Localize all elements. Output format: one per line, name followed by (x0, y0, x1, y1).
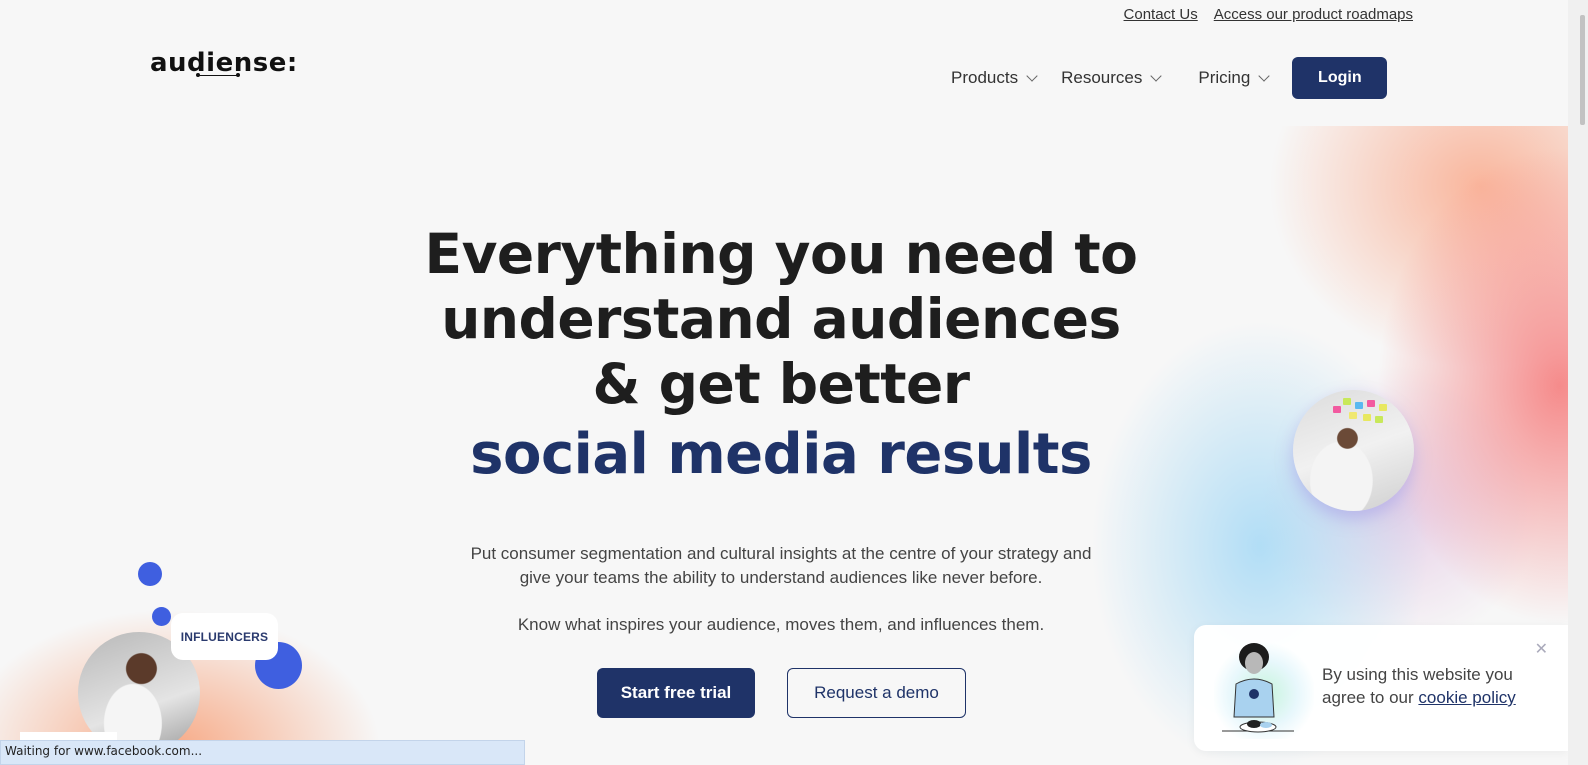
request-demo-button[interactable]: Request a demo (787, 668, 966, 718)
sticky-note-decoration (1343, 398, 1351, 405)
sticky-note-decoration (1333, 406, 1341, 413)
chevron-down-icon (1026, 69, 1038, 82)
contact-us-link[interactable]: Contact Us (1124, 6, 1198, 23)
cookie-message: By using this website you agree to our c… (1322, 663, 1552, 709)
influencers-tag: INFLUENCERS (171, 613, 278, 660)
hero-title-accent: social media results (470, 422, 1092, 487)
woman-at-desk-photo (1293, 390, 1414, 511)
hero-title-line: understand audiences (441, 287, 1121, 351)
nav-pricing[interactable]: Pricing (1198, 68, 1270, 88)
nav-products[interactable]: Products (951, 68, 1038, 88)
hero-subtitle-secondary: Know what inspires your audience, moves … (517, 615, 1045, 634)
sticky-note-decoration (1367, 400, 1375, 407)
cookie-policy-link[interactable]: cookie policy (1418, 688, 1515, 707)
hero-title-line: & get better (592, 352, 970, 416)
page-scrollbar[interactable] (1568, 0, 1588, 765)
hero-subtitle-line: Put consumer segmentation and cultural i… (470, 544, 1092, 563)
product-roadmaps-link[interactable]: Access our product roadmaps (1214, 6, 1413, 23)
nav-products-label: Products (951, 68, 1019, 87)
chevron-down-icon (1150, 69, 1163, 82)
sticky-note-decoration (1349, 412, 1357, 419)
hero-title: Everything you need to understand audien… (380, 222, 1182, 417)
cookie-illustration (1214, 639, 1314, 739)
cookie-banner: By using this website you agree to our c… (1194, 625, 1568, 751)
sticky-note-decoration (1355, 402, 1363, 409)
nav-resources[interactable]: Resources (1061, 68, 1163, 88)
main-nav: Products Resources Pricing Login (951, 57, 1388, 99)
decorative-dot (138, 562, 162, 586)
sticky-note-decoration (1375, 416, 1383, 423)
decorative-dot (152, 607, 171, 626)
scrollbar-thumb[interactable] (1580, 15, 1585, 125)
nav-resources-label: Resources (1061, 68, 1143, 87)
sticky-note-decoration (1363, 414, 1371, 421)
utility-links: Contact Us Access our product roadmaps (1124, 6, 1413, 23)
sticky-note-decoration (1379, 404, 1387, 411)
login-button[interactable]: Login (1292, 57, 1388, 99)
start-free-trial-button[interactable]: Start free trial (597, 668, 755, 718)
browser-status-bar: Waiting for www.facebook.com... (0, 740, 525, 765)
chevron-down-icon (1258, 69, 1270, 82)
logo-underline-decoration (196, 73, 240, 77)
audiense-logo[interactable]: audiense: (150, 48, 298, 78)
hero-subtitle-line: give your teams the ability to understan… (519, 568, 1043, 587)
hero-subtitle: Put consumer segmentation and cultural i… (380, 542, 1182, 590)
nav-pricing-label: Pricing (1198, 68, 1251, 87)
hero-title-line: Everything you need to (424, 222, 1138, 286)
close-icon[interactable]: ✕ (1535, 639, 1548, 659)
person-eating-illustration-icon (1222, 643, 1294, 733)
hero-gradient-left (0, 450, 480, 765)
